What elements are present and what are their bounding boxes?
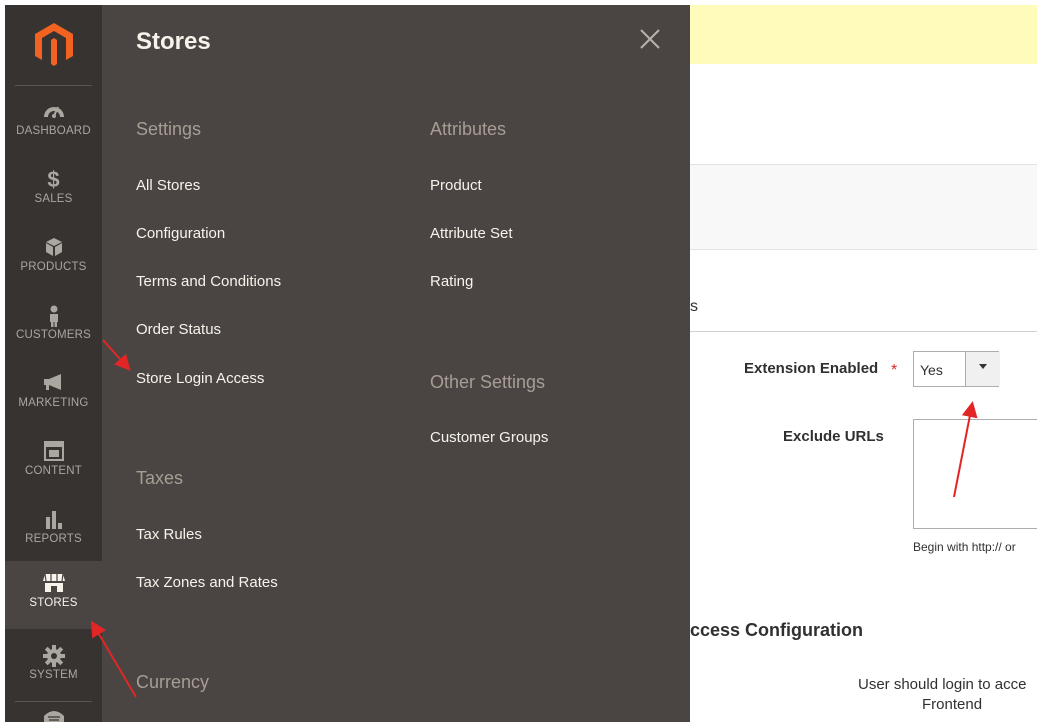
menu-link-tax-rules[interactable]: Tax Rules (136, 526, 202, 543)
person-icon (5, 305, 102, 329)
section-title-settings: Settings (136, 119, 202, 139)
access-configuration-title: ccess Configuration (690, 620, 864, 640)
stores-flyout-menu: Stores Settings All Stores Configuration… (102, 5, 690, 722)
menu-link-order-status[interactable]: Order Status (136, 321, 221, 338)
frontend-label: Frontend (922, 696, 983, 713)
admin-sidebar: DASHBOARD $ SALES PRODUCTS CUSTOMERS MAR… (5, 5, 102, 722)
gear-icon (5, 645, 102, 669)
menu-link-attribute-set[interactable]: Attribute Set (430, 225, 513, 242)
section-title-other-settings: Other Settings (430, 372, 546, 392)
menu-link-customer-groups[interactable]: Customer Groups (430, 429, 548, 446)
storefront-icon (5, 573, 102, 597)
nav-label: REPORTS (25, 533, 82, 545)
section-heading-fragment: s (690, 298, 698, 315)
section-title-attributes: Attributes (430, 119, 507, 139)
magento-logo[interactable] (5, 5, 102, 83)
section-title-taxes: Taxes (136, 468, 184, 488)
nav-sales[interactable]: $ SALES (5, 157, 102, 223)
divider (690, 331, 1037, 332)
dashboard-icon (5, 101, 102, 125)
nav-dashboard[interactable]: DASHBOARD (5, 89, 102, 155)
nav-label: PRODUCTS (20, 261, 87, 273)
nav-label: MARKETING (18, 397, 89, 409)
sidebar-divider (15, 85, 92, 86)
nav-label: STORES (29, 597, 78, 609)
select-value: Yes (920, 362, 943, 378)
menu-link-rating[interactable]: Rating (430, 273, 473, 290)
flyout-title: Stores (136, 28, 211, 55)
nav-content[interactable]: CONTENT (5, 429, 102, 495)
menu-link-product[interactable]: Product (430, 177, 482, 194)
extension-enabled-select[interactable]: Yes (913, 351, 1000, 387)
nav-system[interactable]: SYSTEM (5, 633, 102, 699)
box-icon (5, 237, 102, 261)
nav-stores[interactable]: STORES (5, 561, 102, 629)
nav-products[interactable]: PRODUCTS (5, 225, 102, 291)
sidebar-divider (15, 701, 92, 702)
dollar-icon: $ (47, 167, 60, 192)
nav-label: CUSTOMERS (15, 329, 92, 341)
menu-link-terms-and-conditions[interactable]: Terms and Conditions (136, 273, 281, 290)
exclude-urls-textarea[interactable] (913, 419, 1037, 529)
nav-label: SYSTEM (29, 669, 78, 681)
menu-link-all-stores[interactable]: All Stores (136, 177, 200, 194)
required-mark: * (891, 362, 898, 379)
nav-label: SALES (34, 193, 73, 205)
megaphone-icon (5, 373, 102, 397)
exclude-urls-hint: Begin with http:// or (913, 540, 1016, 554)
menu-link-configuration[interactable]: Configuration (136, 225, 225, 242)
page-actions-bar (690, 164, 1037, 250)
nav-marketing[interactable]: MARKETING (5, 361, 102, 427)
user-login-label: User should login to acce (858, 676, 1027, 693)
nav-reports[interactable]: REPORTS (5, 497, 102, 563)
chevron-down-icon[interactable] (965, 352, 1000, 386)
notification-banner (690, 5, 1037, 64)
partner-icon[interactable] (43, 709, 65, 727)
layout-icon (5, 441, 102, 465)
menu-link-tax-zones-and-rates[interactable]: Tax Zones and Rates (136, 574, 278, 591)
exclude-urls-label: Exclude URLs (783, 428, 884, 445)
nav-label: DASHBOARD (16, 125, 91, 137)
menu-link-store-login-access[interactable]: Store Login Access (136, 370, 264, 387)
magento-logo-icon (35, 23, 73, 66)
close-icon[interactable] (638, 27, 662, 51)
nav-customers[interactable]: CUSTOMERS (5, 293, 102, 359)
extension-enabled-label: Extension Enabled (744, 360, 879, 377)
bar-chart-icon (5, 509, 102, 533)
nav-label: CONTENT (25, 465, 82, 477)
section-title-currency: Currency (136, 672, 210, 692)
